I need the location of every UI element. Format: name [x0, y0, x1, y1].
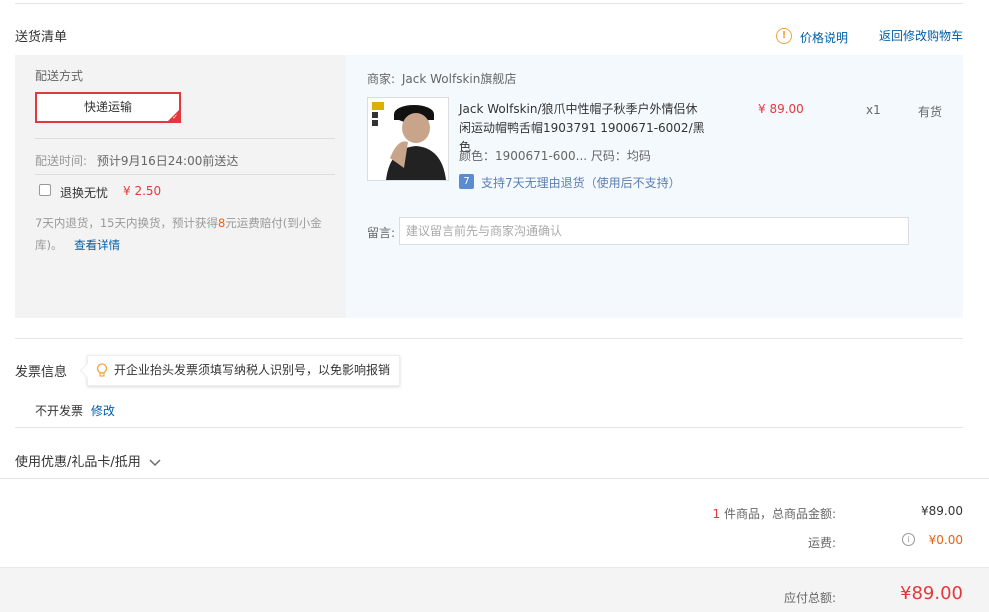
return-7day-icon: 7 — [459, 174, 474, 189]
delivery-time-label: 配送时间: — [35, 154, 88, 168]
product-attrs: 颜色：1900671-600... 尺码：均码 — [459, 149, 651, 163]
check-icon: ✓ — [172, 113, 178, 121]
product-price: ¥ 89.00 — [758, 102, 804, 116]
freight-value: ¥0.00 — [928, 533, 963, 547]
desc-text: 库)。 — [35, 238, 63, 252]
merchant: 商家: Jack Wolfskin旗舰店 — [367, 70, 516, 87]
product-qty: x1 — [866, 103, 881, 117]
price-note-link[interactable]: 价格说明 — [800, 29, 848, 46]
shipping-method-text: 快递运输 — [83, 100, 132, 114]
delivery-list-title: 送货清单 — [15, 30, 68, 45]
invoice-tip: 开企业抬头发票须填写纳税人识别号，以免影响报销 — [79, 355, 400, 386]
info-icon[interactable]: i — [902, 533, 915, 546]
note-label: 留言: — [367, 226, 396, 240]
return-service-price: ¥ 2.50 — [123, 184, 162, 198]
divider — [0, 478, 989, 479]
divider — [35, 138, 335, 139]
return-service-checkbox[interactable] — [39, 184, 51, 196]
freight-label: 运费: — [807, 536, 836, 550]
goods-count-number: 1 — [712, 507, 721, 521]
product-image — [368, 98, 448, 180]
product-stock: 有货 — [918, 105, 943, 119]
product-thumbnail[interactable] — [367, 97, 449, 181]
invoice-status-text: 不开发票 — [35, 404, 84, 418]
coupon-toggle[interactable]: 使用优惠/礼品卡/抵用 — [15, 451, 161, 470]
payable-value: ¥89.00 — [900, 583, 963, 604]
back-to-cart-link[interactable]: 返回修改购物车 — [879, 27, 963, 44]
merchant-name: Jack Wolfskin旗舰店 — [401, 72, 517, 86]
top-divider — [15, 3, 963, 4]
divider — [15, 338, 963, 339]
shipping-method-option[interactable]: 快递运输 ✓ — [35, 92, 181, 123]
invoice-modify-link[interactable]: 修改 — [91, 404, 115, 418]
tip-arrow — [79, 362, 96, 379]
note-input[interactable] — [399, 217, 909, 245]
view-detail-link[interactable]: 查看详情 — [74, 238, 120, 252]
goods-total: ¥89.00 — [921, 504, 963, 518]
invoice-tip-text: 开企业抬头发票须填写纳税人识别号，以免影响报销 — [114, 363, 391, 377]
delivery-time-value: 预计9月16日24:00前送达 — [96, 154, 239, 168]
invoice-title: 发票信息 — [15, 365, 68, 380]
goods-count: 1 件商品，总商品金额: — [713, 505, 837, 522]
merchant-label: 商家: — [367, 72, 396, 86]
warning-icon: ! — [776, 28, 792, 44]
payable-label: 应付总额: — [783, 591, 836, 605]
return-service-label: 退换无忧 — [60, 186, 109, 200]
desc-text: 元运费赔付(到小金 — [225, 216, 322, 230]
invoice-status: 不开发票 修改 — [35, 402, 115, 419]
delivery-time: 配送时间: 预计9月16日24:00前送达 — [35, 152, 238, 169]
divider — [35, 174, 335, 175]
divider — [15, 427, 963, 428]
coupon-label: 使用优惠/礼品卡/抵用 — [15, 455, 141, 470]
lightbulb-icon — [96, 363, 108, 377]
return-service-desc: 7天内退货，15天内换货，预计获得8元运费赔付(到小金 库)。 查看详情 — [35, 212, 335, 256]
return-7day-text: 支持7天无理由退货（使用后不支持） — [481, 176, 681, 190]
product-title-line: Jack Wolfskin/狼爪中性帽子秋季户外情侣休 — [459, 102, 698, 116]
desc-text: 7天内退货，15天内换货，预计获得 — [35, 216, 218, 230]
chevron-down-icon — [149, 459, 161, 466]
goods-count-text: 件商品，总商品金额: — [720, 507, 836, 521]
payable-bar — [0, 567, 989, 612]
shipping-method-label: 配送方式 — [35, 69, 84, 83]
